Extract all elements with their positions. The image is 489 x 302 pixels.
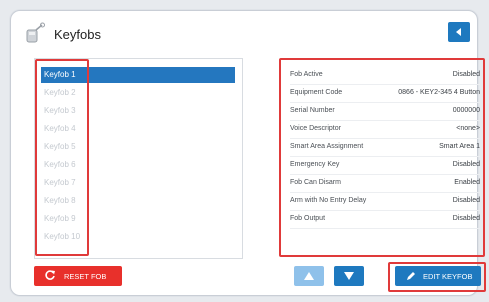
page-title: Keyfobs (54, 27, 101, 42)
detail-value: <none> (456, 125, 480, 132)
detail-value: Disabled (452, 197, 480, 204)
detail-label: Smart Area Assignment (290, 143, 364, 150)
detail-label: Serial Number (290, 107, 335, 114)
detail-label: Fob Output (290, 215, 326, 222)
detail-label: Fob Can Disarm (290, 179, 341, 186)
detail-label: Equipment Code (290, 89, 343, 96)
detail-row: Voice Descriptor <none> (290, 120, 480, 139)
list-highlight-outline (35, 59, 89, 256)
detail-row: Fob Output Disabled (290, 210, 480, 229)
detail-value: Smart Area 1 (439, 143, 480, 150)
keyfob-details: Fob Active Disabled Equipment Code 0866 … (279, 58, 485, 257)
detail-row: Arm with No Entry Delay Disabled (290, 192, 480, 211)
detail-label: Emergency Key (290, 161, 340, 168)
edit-keyfob-button[interactable]: EDIT KEYFOB (395, 266, 481, 286)
reset-fob-label: RESET FOB (64, 271, 107, 281)
arrow-up-icon (304, 272, 314, 280)
detail-label: Arm with No Entry Delay (290, 197, 367, 204)
detail-value: 0866 - KEY2-345 4 Button (398, 89, 480, 96)
detail-value: 0000000 (452, 107, 480, 114)
reset-fob-button[interactable]: RESET FOB (34, 266, 122, 286)
detail-value: Disabled (452, 71, 480, 78)
detail-value: Enabled (454, 179, 480, 186)
detail-row: Fob Active Disabled (290, 66, 480, 85)
back-button[interactable] (448, 22, 470, 42)
edit-keyfob-label: EDIT KEYFOB (423, 271, 473, 281)
move-up-button[interactable] (294, 266, 324, 286)
back-arrow-icon (456, 28, 461, 36)
detail-row: Serial Number 0000000 (290, 102, 480, 121)
detail-row: Equipment Code 0866 - KEY2-345 4 Button (290, 84, 480, 103)
detail-label: Voice Descriptor (290, 125, 341, 132)
pencil-icon (407, 272, 415, 280)
move-down-button[interactable] (334, 266, 364, 286)
reset-icon (45, 270, 55, 280)
detail-value: Disabled (452, 215, 480, 222)
detail-row: Fob Can Disarm Enabled (290, 174, 480, 193)
keyfob-icon (26, 22, 45, 43)
detail-value: Disabled (452, 161, 480, 168)
detail-label: Fob Active (290, 71, 323, 78)
detail-row: Emergency Key Disabled (290, 156, 480, 175)
arrow-down-icon (344, 272, 354, 280)
detail-row: Smart Area Assignment Smart Area 1 (290, 138, 480, 157)
